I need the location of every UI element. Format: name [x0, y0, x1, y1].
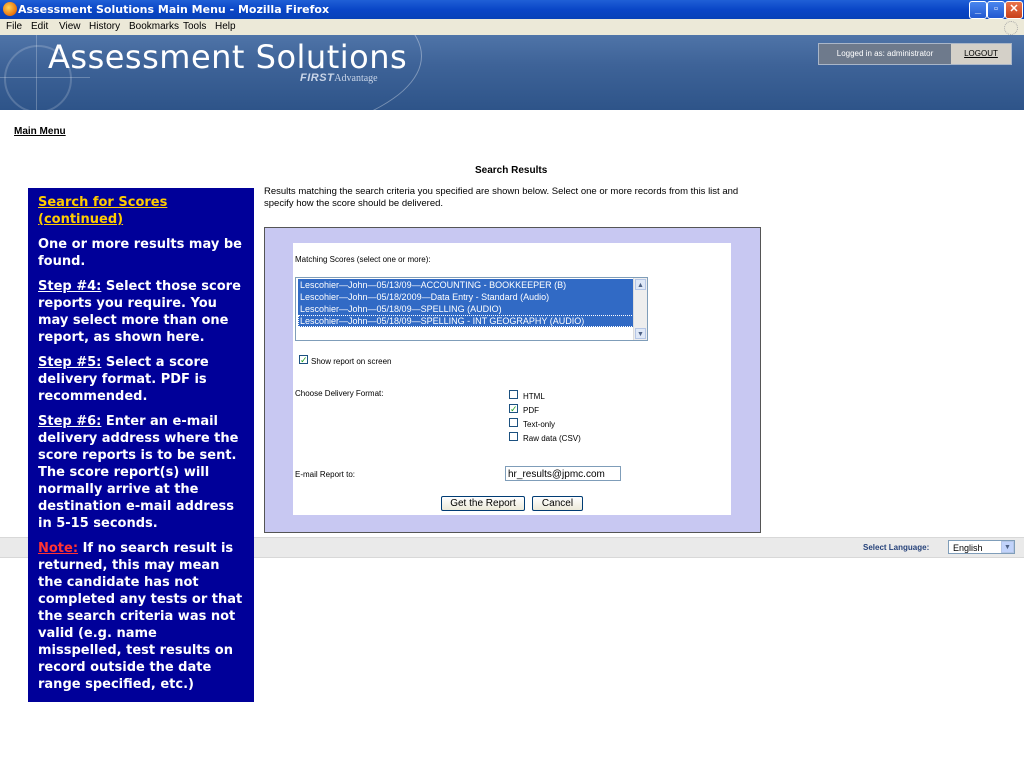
- crosshair-line: [0, 77, 90, 78]
- results-form: Matching Scores (select one or more): Le…: [293, 243, 731, 515]
- firefox-icon: [3, 2, 17, 16]
- email-field[interactable]: hr_results@jpmc.com: [505, 466, 621, 481]
- close-button[interactable]: ✕: [1005, 1, 1023, 19]
- scroll-down-icon[interactable]: ▼: [635, 328, 646, 339]
- format-html-label: HTML: [523, 392, 545, 401]
- step4-label: Step #4:: [38, 279, 102, 294]
- callout-heading: Search for Scores (continued): [38, 195, 168, 227]
- menu-view[interactable]: View: [59, 21, 81, 32]
- page-title: Search Results: [475, 165, 548, 176]
- language-value: English: [953, 543, 983, 553]
- chevron-down-icon[interactable]: ▼: [1001, 541, 1014, 553]
- results-panel: Matching Scores (select one or more): Le…: [264, 227, 761, 533]
- matching-scores-label: Matching Scores (select one or more):: [295, 255, 431, 264]
- menu-history[interactable]: History: [89, 21, 120, 32]
- brand-subtitle: FIRSTAdvantage: [300, 72, 378, 84]
- step5-label: Step #5:: [38, 355, 102, 370]
- format-pdf-checkbox[interactable]: ✓: [509, 404, 518, 414]
- window-titlebar: Assessment Solutions Main Menu - Mozilla…: [0, 0, 1024, 19]
- language-label: Select Language:: [863, 543, 930, 552]
- language-select[interactable]: English ▼: [948, 540, 1015, 554]
- callout-step5: Step #5: Select a score delivery format.…: [38, 354, 244, 405]
- result-option[interactable]: Lescohier—John—05/13/09—ACCOUNTING - BOO…: [298, 279, 634, 291]
- format-text-label: Text-only: [523, 420, 556, 429]
- format-pdf-label: PDF: [523, 406, 539, 415]
- logout-link[interactable]: LOGOUT: [951, 44, 1011, 64]
- show-on-screen-checkbox[interactable]: ✓: [299, 355, 308, 365]
- get-report-button[interactable]: Get the Report: [441, 496, 525, 511]
- callout-note: Note: If no search result is returned, t…: [38, 540, 244, 693]
- brand-title: Assessment Solutions: [48, 38, 408, 76]
- format-html-checkbox[interactable]: [509, 390, 518, 399]
- format-csv-checkbox[interactable]: [509, 432, 518, 441]
- result-option[interactable]: Lescohier—John—05/18/09—SPELLING - INT G…: [298, 315, 634, 327]
- header-banner: Assessment Solutions FIRSTAdvantage Logg…: [0, 35, 1024, 110]
- throbber-icon: [1004, 21, 1018, 35]
- note-text: If no search result is returned, this ma…: [38, 541, 243, 692]
- logged-in-label: Logged in as: administrator: [836, 49, 934, 58]
- format-text-checkbox[interactable]: [509, 418, 518, 427]
- menu-bookmarks[interactable]: Bookmarks: [129, 21, 179, 32]
- cancel-button[interactable]: Cancel: [532, 496, 583, 511]
- minimize-button[interactable]: _: [969, 1, 987, 19]
- result-option[interactable]: Lescohier—John—05/18/2009—Data Entry - S…: [298, 291, 634, 303]
- window-title: Assessment Solutions Main Menu - Mozilla…: [18, 3, 330, 16]
- result-option[interactable]: Lescohier—John—05/18/09—SPELLING (AUDIO): [298, 303, 634, 315]
- delivery-format-label: Choose Delivery Format:: [295, 389, 384, 398]
- search-description: Results matching the search criteria you…: [264, 186, 739, 209]
- crosshair-line: [36, 35, 37, 110]
- brand-subtitle-bold: FIRST: [300, 72, 335, 84]
- maximize-button[interactable]: ▫: [987, 1, 1005, 19]
- callout-step6: Step #6: Enter an e-mail delivery addres…: [38, 413, 244, 532]
- format-csv-label: Raw data (CSV): [523, 434, 581, 443]
- step6-text: Enter an e-mail delivery address where t…: [38, 414, 239, 531]
- menubar: File Edit View History Bookmarks Tools H…: [0, 19, 1024, 36]
- callout-step4: Step #4: Select those score reports you …: [38, 278, 244, 346]
- menu-file[interactable]: File: [6, 21, 22, 32]
- menu-tools[interactable]: Tools: [183, 21, 206, 32]
- menu-help[interactable]: Help: [215, 21, 236, 32]
- main-menu-link[interactable]: Main Menu: [14, 126, 66, 137]
- menu-edit[interactable]: Edit: [31, 21, 48, 32]
- login-status: Logged in as: administrator LOGOUT: [818, 43, 1012, 65]
- instruction-callout: Search for Scores (continued) One or mor…: [28, 188, 254, 702]
- note-label: Note:: [38, 541, 79, 556]
- callout-intro: One or more results may be found.: [38, 237, 242, 269]
- brand-subtitle-rest: Advantage: [334, 73, 378, 84]
- show-on-screen-label: Show report on screen: [311, 357, 392, 366]
- results-listbox[interactable]: Lescohier—John—05/13/09—ACCOUNTING - BOO…: [295, 277, 648, 341]
- listbox-scrollbar[interactable]: ▲ ▼: [633, 278, 647, 340]
- step6-label: Step #6:: [38, 414, 102, 429]
- scroll-up-icon[interactable]: ▲: [635, 279, 646, 290]
- email-label: E-mail Report to:: [295, 470, 356, 479]
